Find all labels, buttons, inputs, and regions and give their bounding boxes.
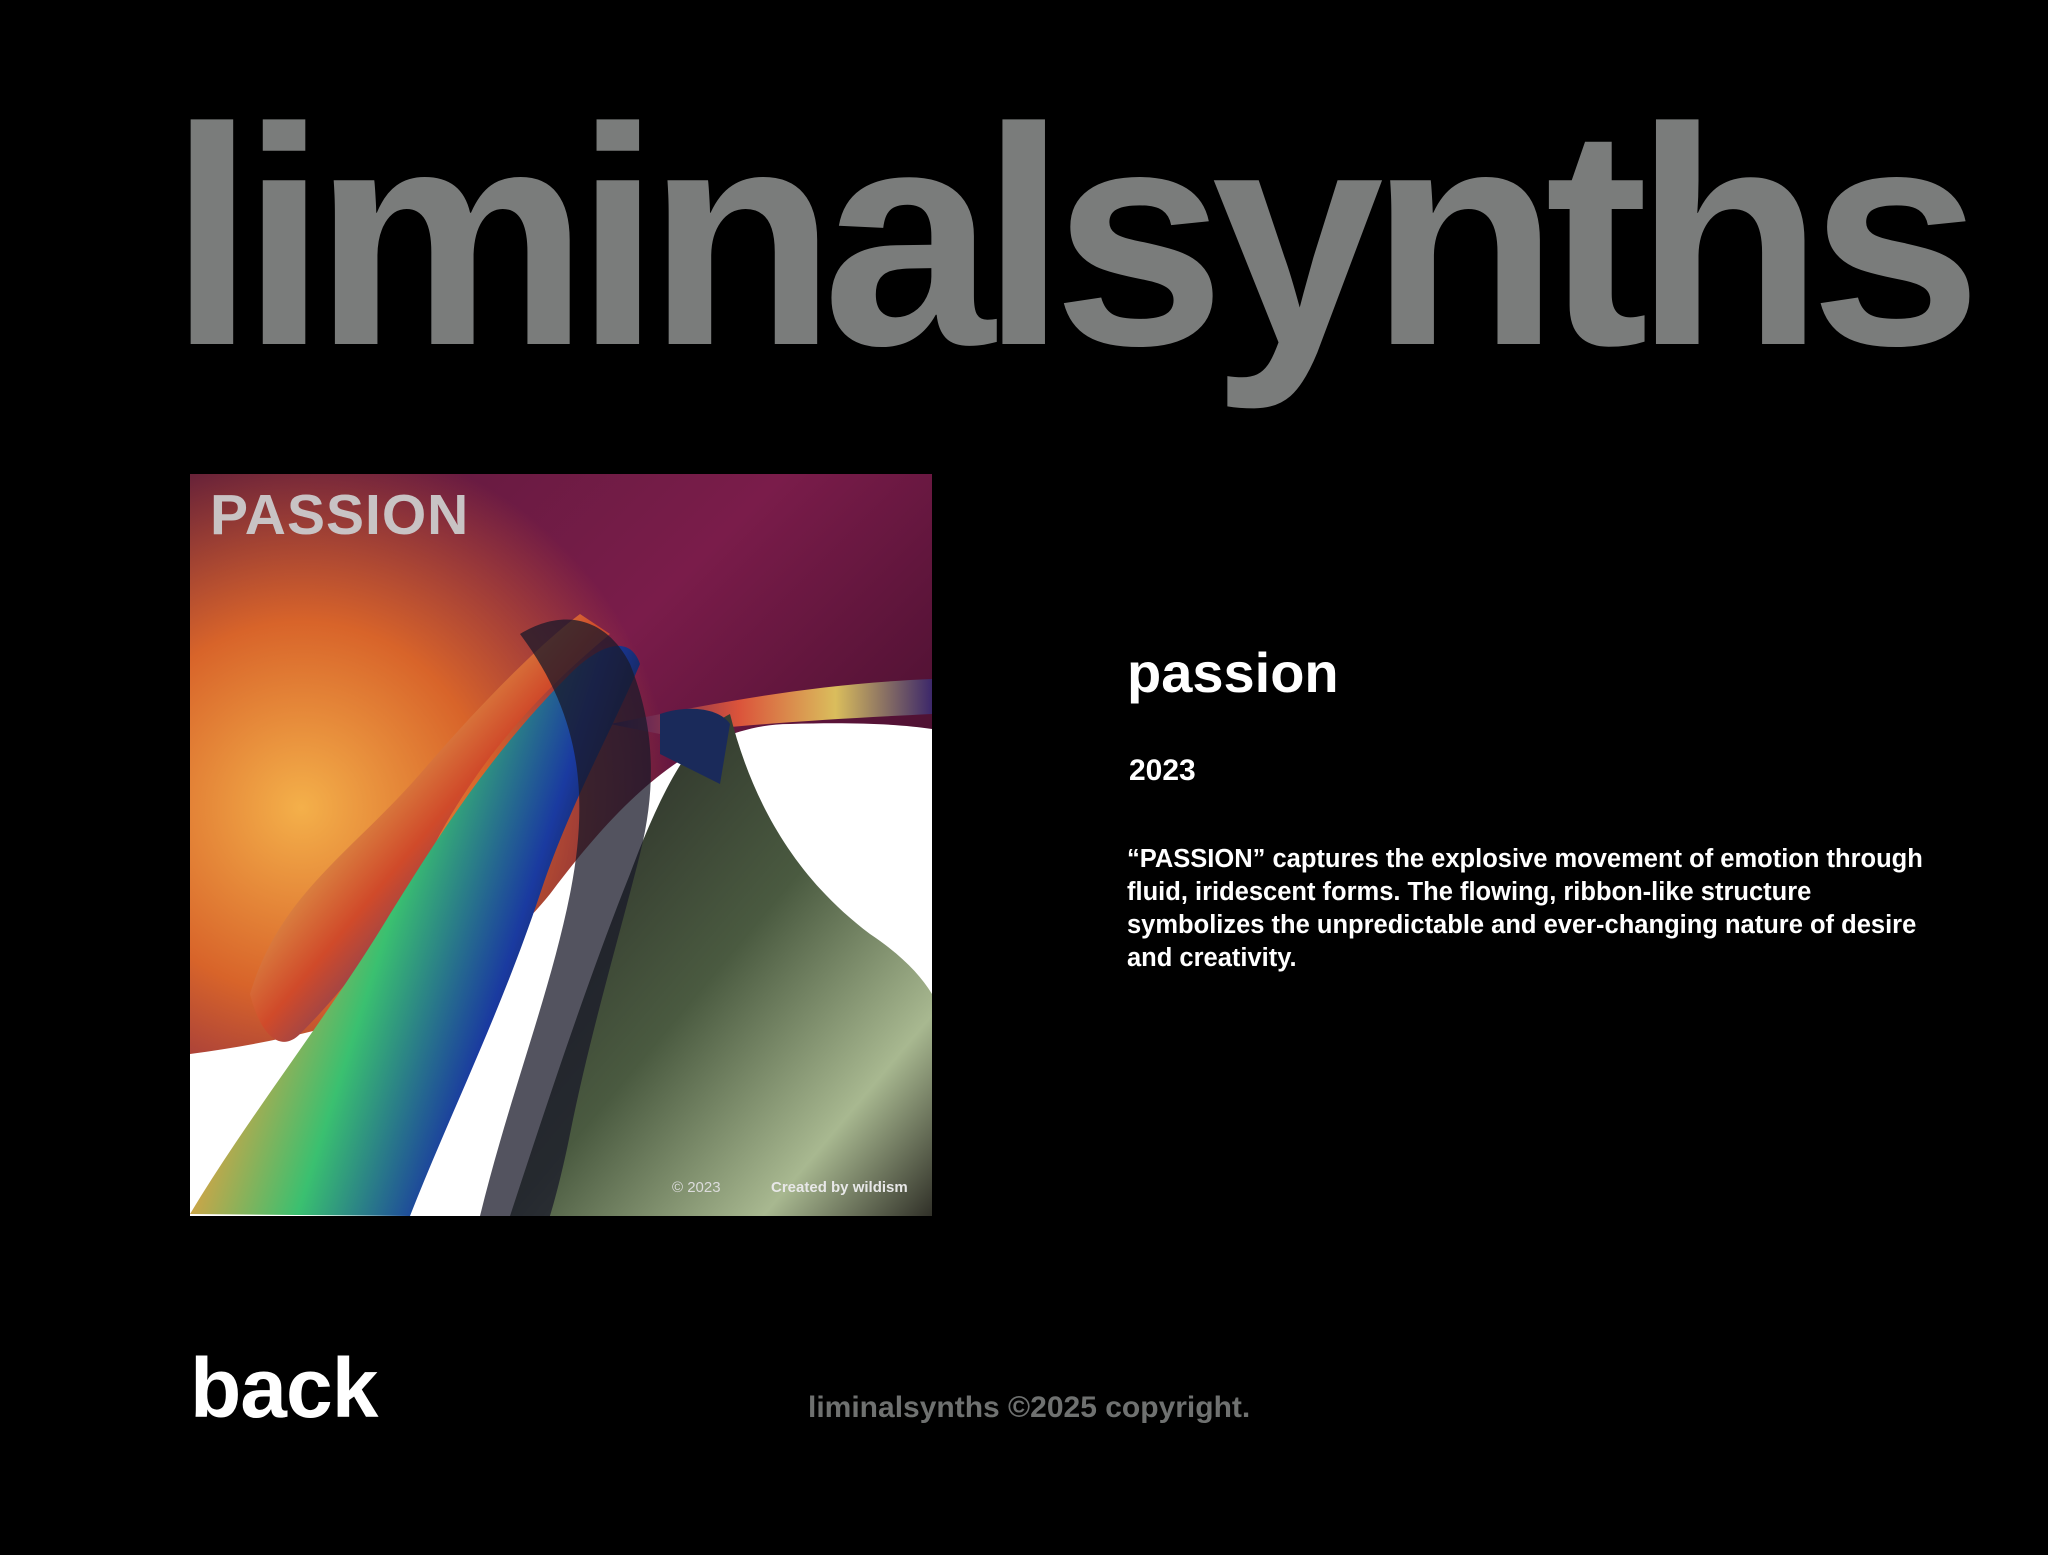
artwork-cover-credit: Created by wildism bbox=[771, 1179, 908, 1196]
artwork-image[interactable]: PASSION © 2023 Created by wildism bbox=[190, 474, 932, 1216]
copyright-text: liminalsynths ©2025 copyright. bbox=[808, 1391, 1251, 1424]
artwork-cover-title: PASSION bbox=[210, 483, 469, 547]
work-year: 2023 bbox=[1129, 754, 1196, 787]
work-title: passion bbox=[1127, 641, 1339, 704]
back-link[interactable]: back bbox=[190, 1346, 378, 1430]
site-logo[interactable]: liminalsynths bbox=[169, 82, 1982, 392]
work-description: “PASSION” captures the explosive movemen… bbox=[1127, 845, 1923, 972]
artwork-graphic: PASSION © 2023 Created by wildism bbox=[190, 474, 932, 1216]
artwork-cover-year: © 2023 bbox=[672, 1179, 721, 1196]
